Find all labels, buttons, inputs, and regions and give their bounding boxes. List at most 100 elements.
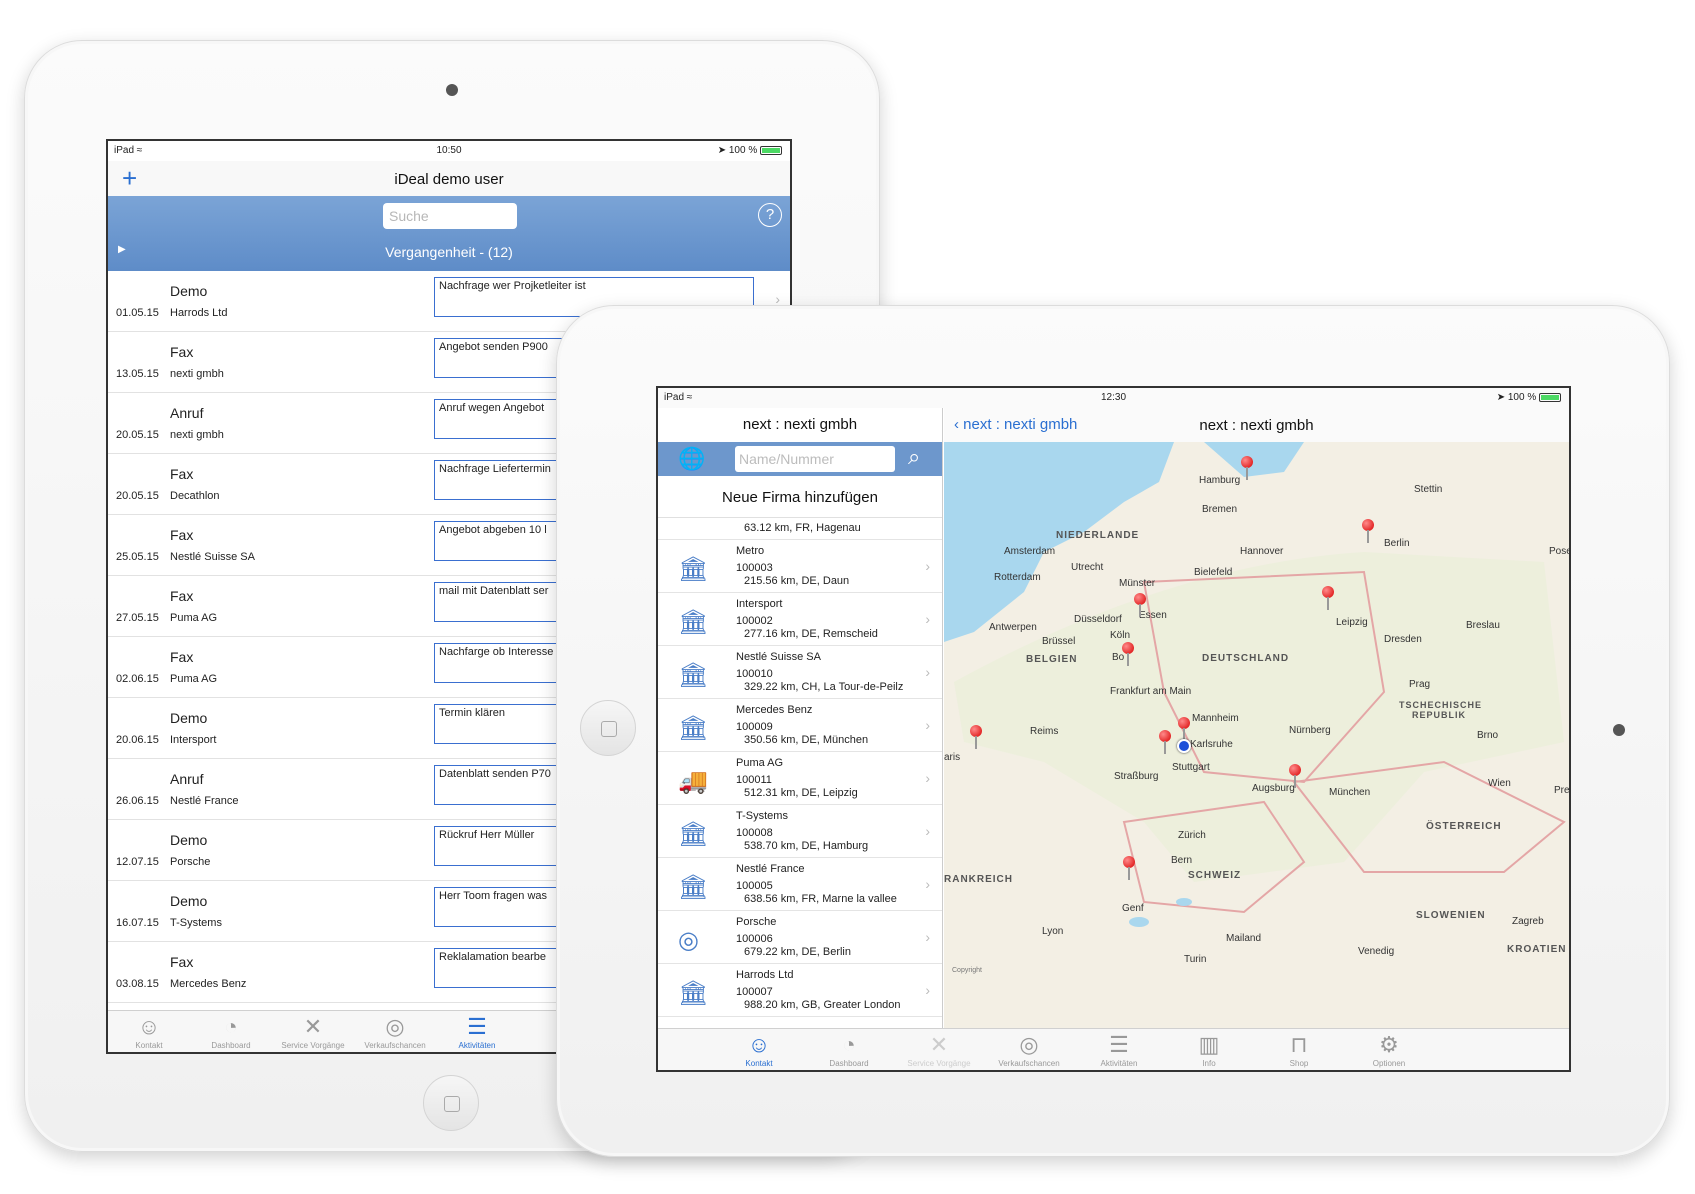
home-button[interactable] (580, 700, 636, 756)
nav-bar: ‹ next : nexti gmbh next : nexti gmbh (944, 408, 1569, 442)
map-label: Genf (1122, 903, 1144, 914)
map-label: Bern (1171, 855, 1193, 866)
chevron-right-icon: › (925, 876, 930, 892)
home-button[interactable] (423, 1075, 479, 1131)
search-input[interactable]: Suche (383, 203, 517, 229)
activity-type: Fax (170, 954, 194, 970)
tab-info[interactable]: ▥ Info (1168, 1031, 1250, 1068)
tools-icon: ✕ (303, 1014, 323, 1039)
map-pin[interactable] (1241, 456, 1253, 480)
target-icon: ◎ (385, 1014, 405, 1039)
activity-company: Decathlon (170, 490, 220, 502)
page-title: next : nexti gmbh (1199, 417, 1314, 434)
map-pin[interactable] (1123, 856, 1135, 880)
nav-bar: + iDeal demo user (108, 161, 790, 196)
add-firm-button[interactable]: Neue Firma hinzufügen (658, 476, 942, 518)
map-pin[interactable] (1322, 586, 1334, 610)
list-item[interactable]: 🏛 Mercedes Benz 100009 350.56 km, DE, Münch… (658, 699, 942, 752)
activity-date: 26.06.15 (116, 795, 159, 807)
list-title: next : nexti gmbh (742, 416, 858, 433)
map-label: Mannheim (1192, 713, 1239, 724)
tab-kontakt[interactable]: ☺ Kontakt (718, 1031, 800, 1068)
map-label: Venedig (1358, 946, 1395, 957)
map-label: ÖSTERREICH (1426, 821, 1502, 832)
chevron-right-icon: › (925, 823, 930, 839)
map-pin[interactable] (1122, 642, 1134, 666)
activity-date: 20.06.15 (116, 734, 159, 746)
activity-company: Puma AG (170, 673, 218, 685)
gear-icon: ⚙ (1379, 1032, 1399, 1057)
tab-bar: ☺ Kontakt ◔ Dashboard ✕ Service Vorgänge ◎ V… (658, 1028, 1569, 1070)
chevron-right-icon: › (925, 558, 930, 574)
list-item[interactable]: 🏛 Nestlé France 100005 638.56 km, FR, Marne… (658, 858, 942, 911)
activity-company: nexti gmbh (170, 368, 224, 380)
activity-company: Mercedes Benz (170, 978, 247, 990)
map-pin[interactable] (1178, 717, 1190, 741)
section-header[interactable]: Vergangenheit - (12) (108, 244, 790, 260)
map-label: Köln (1110, 630, 1131, 641)
map-pin[interactable] (970, 725, 982, 749)
activity-date: 02.06.15 (116, 673, 159, 685)
tab-dashboard[interactable]: ◔ Dashboard (190, 1013, 272, 1050)
map-label: Hannover (1240, 546, 1284, 557)
tab-service[interactable]: ✕ Service Vorgänge (272, 1013, 354, 1050)
tools-icon: ✕ (929, 1032, 949, 1057)
list-item[interactable]: 🏛 Metro 100003 215.56 km, DE, Daun › (658, 540, 942, 593)
speedometer-icon: ◔ (842, 1032, 856, 1057)
globe-icon[interactable]: 🌐 (678, 446, 705, 472)
activity-type: Anruf (170, 771, 204, 787)
map-view[interactable]: Hamburg Stettin Bremen NIEDERLANDE Berli… (944, 442, 1569, 1028)
list-item[interactable]: 🏛 T-Systems 100008 538.70 km, DE, Hamburg › (658, 805, 942, 858)
chevron-right-icon: › (925, 717, 930, 733)
chevron-right-icon: › (925, 929, 930, 945)
tab-aktivitaeten[interactable]: ☰ Aktivitäten (1078, 1031, 1160, 1068)
current-location-marker (1177, 739, 1191, 753)
chevron-right-icon: › (925, 664, 930, 680)
list-item[interactable]: 🏛 Harrods Ltd 100007 988.20 km, GB, Greater… (658, 964, 942, 1017)
list-item[interactable]: 🏛 Intersport 100002 277.16 km, DE, Remschei… (658, 593, 942, 646)
search-icon[interactable]: ⌕ (908, 444, 920, 470)
tab-aktivitaeten[interactable]: ☰ Aktivitäten (436, 1013, 518, 1050)
location-icon: ➤ (1496, 392, 1506, 403)
help-icon[interactable]: ? (758, 203, 782, 227)
tab-verkaufschancen[interactable]: ◎ Verkaufschancen (354, 1013, 436, 1050)
tab-shop[interactable]: ⊓ Shop (1258, 1031, 1340, 1068)
map-pin[interactable] (1159, 730, 1171, 754)
bank-icon: 🏛 (678, 874, 709, 901)
map-pin[interactable] (1134, 593, 1146, 617)
map-label: Reims (1030, 726, 1059, 737)
activity-type: Demo (170, 283, 208, 299)
activity-date: 25.05.15 (116, 551, 159, 563)
bag-icon: ⊓ (1290, 1032, 1308, 1057)
tab-service[interactable]: ✕ Service Vorgänge (898, 1031, 980, 1068)
list-item[interactable]: ◎ Porsche 100006 679.22 km, DE, Berlin › (658, 911, 942, 964)
map-label: Karlsruhe (1190, 739, 1233, 750)
activity-type: Demo (170, 832, 208, 848)
map-label: Straßburg (1114, 771, 1159, 782)
map-pane: ‹ next : nexti gmbh next : nexti gmbh Ha… (944, 408, 1569, 1028)
tab-optionen[interactable]: ⚙ Optionen (1348, 1031, 1430, 1068)
tab-verkaufschancen[interactable]: ◎ Verkaufschancen (988, 1031, 1070, 1068)
map-pin[interactable] (1289, 764, 1301, 788)
map-label: Berlin (1384, 538, 1410, 549)
map-label: Leipzig (1336, 617, 1368, 628)
location-icon: ➤ (717, 145, 727, 156)
map-label: Hamburg (1199, 475, 1241, 486)
map-label: Breslau (1466, 620, 1500, 631)
battery-icon (1539, 392, 1561, 402)
tab-kontakt[interactable]: ☺ Kontakt (108, 1013, 190, 1050)
map-label: Zagreb (1512, 916, 1544, 927)
activity-type: Demo (170, 710, 208, 726)
tab-dashboard[interactable]: ◔ Dashboard (808, 1031, 890, 1068)
map-label: Pose (1549, 546, 1569, 557)
activity-type: Demo (170, 893, 208, 909)
map-copyright[interactable]: Copyright (952, 967, 982, 974)
search-input[interactable]: Name/Nummer (735, 446, 895, 472)
list-item[interactable]: 🏛 Nestlé Suisse SA 100010 329.22 km, CH, La… (658, 646, 942, 699)
list-item[interactable]: 🚚 Puma AG 100011 512.31 km, DE, Leipzig › (658, 752, 942, 805)
page-title: iDeal demo user (394, 171, 504, 188)
list-item[interactable]: 63.12 km, FR, Hagenau (658, 518, 942, 540)
battery-icon (760, 145, 782, 155)
status-bar: iPad ≈ 12:30 ➤ 100 % (658, 388, 1569, 408)
map-pin[interactable] (1362, 519, 1374, 543)
